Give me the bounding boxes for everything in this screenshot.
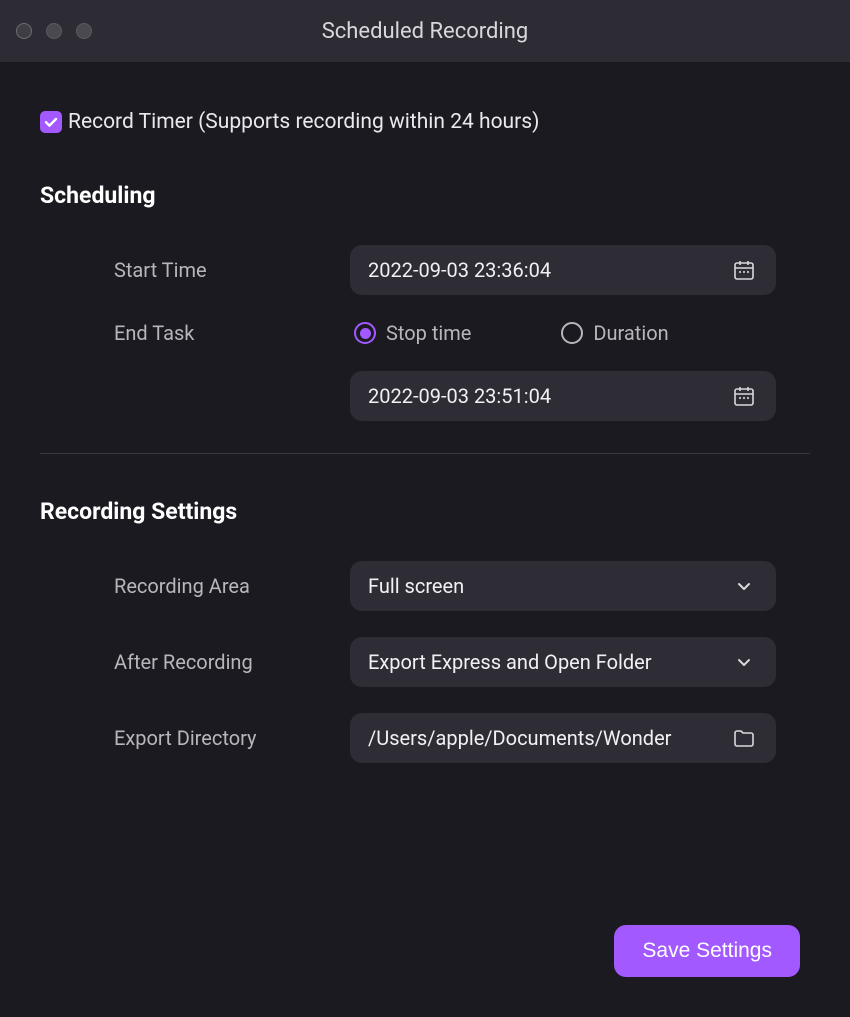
titlebar: Scheduled Recording [0, 0, 850, 62]
window-controls [16, 23, 92, 39]
start-time-label: Start Time [40, 258, 350, 282]
export-directory-field[interactable]: /Users/apple/Documents/Wonder [350, 713, 776, 763]
export-directory-value: /Users/apple/Documents/Wonder [368, 726, 730, 750]
record-timer-label: Record Timer (Supports recording within … [68, 110, 539, 134]
export-directory-label: Export Directory [40, 726, 350, 750]
save-settings-button[interactable]: Save Settings [614, 925, 800, 977]
end-task-row: End Task Stop time Duration [40, 321, 810, 345]
duration-label: Duration [593, 321, 668, 345]
after-recording-select[interactable]: Export Express and Open Folder [350, 637, 776, 687]
radio-indicator-selected-icon [354, 322, 376, 344]
end-task-radio-group: Stop time Duration [350, 321, 669, 345]
recording-area-value: Full screen [368, 574, 730, 598]
scheduling-heading: Scheduling [40, 182, 810, 209]
after-recording-value: Export Express and Open Folder [368, 650, 730, 674]
recording-settings-heading: Recording Settings [40, 498, 810, 525]
end-time-field[interactable]: 2022-09-03 23:51:04 [350, 371, 776, 421]
stop-time-radio[interactable]: Stop time [354, 321, 471, 345]
stop-time-label: Stop time [386, 321, 471, 345]
start-time-row: Start Time 2022-09-03 23:36:04 [40, 245, 810, 295]
start-time-field[interactable]: 2022-09-03 23:36:04 [350, 245, 776, 295]
spacer [40, 371, 350, 421]
maximize-window-button[interactable] [76, 23, 92, 39]
chevron-down-icon [730, 572, 758, 600]
calendar-icon[interactable] [730, 382, 758, 410]
end-time-row: 2022-09-03 23:51:04 [40, 371, 810, 421]
recording-area-label: Recording Area [40, 574, 350, 598]
export-directory-row: Export Directory /Users/apple/Documents/… [40, 713, 810, 763]
calendar-icon[interactable] [730, 256, 758, 284]
record-timer-row[interactable]: Record Timer (Supports recording within … [40, 110, 810, 134]
content-area: Record Timer (Supports recording within … [0, 62, 850, 1017]
radio-indicator-icon [561, 322, 583, 344]
folder-icon[interactable] [730, 724, 758, 752]
section-divider [40, 453, 810, 454]
record-timer-checkbox[interactable] [40, 111, 62, 133]
recording-area-select[interactable]: Full screen [350, 561, 776, 611]
end-task-label: End Task [40, 321, 350, 345]
checkmark-icon [43, 114, 59, 130]
after-recording-label: After Recording [40, 650, 350, 674]
recording-area-row: Recording Area Full screen [40, 561, 810, 611]
minimize-window-button[interactable] [46, 23, 62, 39]
close-window-button[interactable] [16, 23, 32, 39]
start-time-value: 2022-09-03 23:36:04 [368, 258, 730, 282]
chevron-down-icon [730, 648, 758, 676]
window-title: Scheduled Recording [0, 19, 850, 44]
end-time-value: 2022-09-03 23:51:04 [368, 384, 730, 408]
after-recording-row: After Recording Export Express and Open … [40, 637, 810, 687]
duration-radio[interactable]: Duration [561, 321, 668, 345]
